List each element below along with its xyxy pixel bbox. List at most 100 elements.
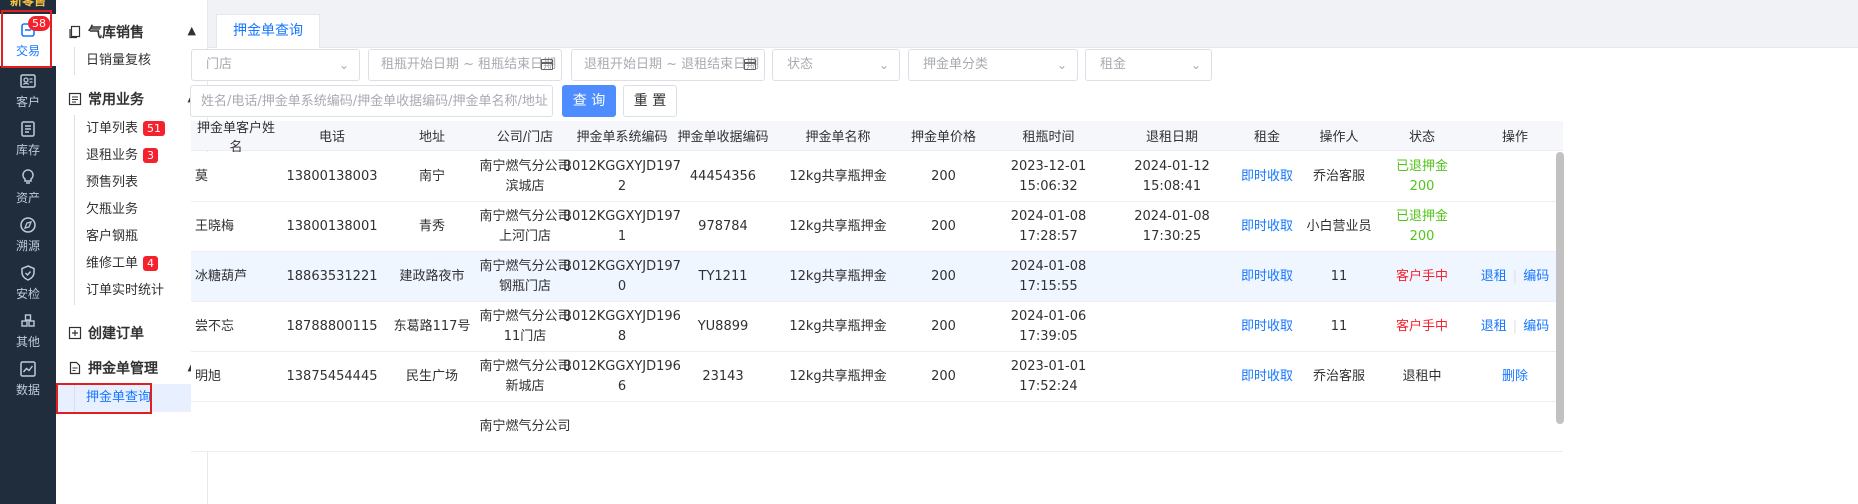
cell-title: 12kg共享瓶押金 [789,268,887,284]
menu-item-1-6[interactable]: 订单实时统计 [56,277,208,305]
rail-item-data[interactable]: 数据 [0,356,56,402]
search-input[interactable] [190,85,553,117]
menu-item-label: 维修工单 [86,256,139,271]
return-date-range[interactable]: 退租开始日期 ~ 退租结束日期 [571,49,765,81]
menu-group-label: 气库销售 [88,25,144,41]
cell-operator: 小白营业员 [1306,218,1372,234]
cell-receipt: TY1211 [698,268,748,284]
rail-item-other[interactable]: 其他 [0,308,56,354]
category-select[interactable]: 押金单分类 ⌄ [908,49,1078,81]
table-row[interactable]: 王晓梅 13800138001 青秀 南宁燃气分公司 上河门店 B012KGGXYJD19… [191,202,1563,252]
menu-group-1[interactable]: 常用业务▲ [56,87,208,111]
cell-actions [1467,152,1563,201]
cell-phone: 13800138003 [286,168,378,184]
cell-operator: 11 [1330,318,1348,334]
cell-line: B012KGGXYJD197 [563,158,681,174]
menu-item-0-0[interactable]: 日销量复核 [56,47,208,75]
rail-item-inventory[interactable]: 库存 [0,116,56,162]
table-row[interactable]: 冰糖葫芦 18863531221 建政路夜市 南宁燃气分公司 钢瓶门店 B012KGGXY… [191,252,1563,302]
rent-link[interactable]: 即时收取 [1241,317,1293,337]
menu-item-3-0[interactable]: 押金单查询 [56,384,208,412]
menu-item-1-3[interactable]: 欠瓶业务 [56,196,208,224]
cell-line: 已退押金 [1395,158,1448,174]
table-row[interactable]: 明旭 13875454445 民生广场 南宁燃气分公司 新城店 B012KGGXYJD19… [191,352,1563,402]
table-row[interactable]: 尝不忘 18788800115 东葛路117号 南宁燃气分公司 11门店 B012KGGX… [191,302,1563,352]
rent-link[interactable]: 即时收取 [1241,217,1293,237]
row-action-link[interactable]: 编码 [1523,317,1549,337]
customer-icon [19,72,37,93]
cell-receipt [671,402,775,451]
document-icon [56,361,88,375]
table-row[interactable]: 莫 13800138003 南宁 南宁燃气分公司 滨城店 B012KGGXYJD197 2 4… [191,152,1563,202]
column-header: 租瓶时间 [1022,130,1075,145]
cell-address: 青秀 [418,218,445,234]
menu-group-3[interactable]: 押金单管理▲ [56,356,208,380]
cell-line: 2 [617,178,627,194]
menu-item-1-2[interactable]: 预售列表 [56,169,208,197]
cell-name: 王晓梅 [195,218,235,234]
menu-group-label: 创建订单 [88,326,144,342]
rent-date-range[interactable]: 租瓶开始日期 ~ 租瓶结束日期 [368,49,562,81]
count-badge: 51 [143,121,166,136]
menu-item-1-0[interactable]: 订单列表 51 [56,115,208,143]
cell-operator: 乔治客服 [1312,368,1365,384]
cell-price: 200 [931,368,956,384]
cell-actions: 删除 [1467,352,1563,401]
row-action-link[interactable]: 退租 [1481,317,1507,337]
cell-title: 12kg共享瓶押金 [789,368,887,384]
cell-company: 南宁燃气分公司 上河门店 [477,202,573,251]
menu-item-1-4[interactable]: 客户钢瓶 [56,223,208,251]
table-row[interactable]: 南宁燃气分公司 [191,402,1563,452]
menu-item-1-5[interactable]: 维修工单 4 [56,250,208,278]
cell-actions: 退租 | 编码 [1467,252,1563,301]
data-icon [19,360,37,381]
cell-line: B012KGGXYJD196 [563,358,681,374]
rent-link[interactable]: 即时收取 [1241,167,1293,187]
store-select[interactable]: 门店 ⌄ [191,49,360,81]
secondary-menu: 气库销售 ▲ 日销量复核常用业务▲ 订单列表 51 退租业务 3 预售列表欠瓶业务客户钢瓶维修… [56,0,208,504]
rail-item-trade[interactable]: 交易 58 [0,14,56,66]
menu-group-2[interactable]: 创建订单 [56,321,208,345]
cell-line: 南宁燃气分公司 [479,308,571,324]
rail-item-trace[interactable]: 溯源 [0,212,56,258]
column-header: 押金单系统编码 [576,130,668,145]
cell-actions [1467,202,1563,251]
cell-title: 12kg共享瓶押金 [789,218,887,234]
row-action-link[interactable]: 删除 [1502,367,1528,387]
chevron-down-icon: ⌄ [338,58,349,72]
row-action-link[interactable]: 编码 [1523,267,1549,287]
return-date-range-placeholder: 退租开始日期 ~ 退租结束日期 [584,57,760,72]
rent-select[interactable]: 租金 ⌄ [1085,49,1212,81]
query-button[interactable]: 查 询 [562,85,616,117]
cell-company: 南宁燃气分公司 钢瓶门店 [477,252,573,301]
action-separator: | [1512,268,1518,284]
rail-item-customer[interactable]: 客户 [0,68,56,114]
rent-date-range-placeholder: 租瓶开始日期 ~ 租瓶结束日期 [381,57,557,72]
row-action-link[interactable]: 退租 [1481,267,1507,287]
rail-item-label: 库存 [15,143,40,157]
cell-receipt: 23143 [702,368,744,384]
menu-group-0[interactable]: 气库销售 ▲ [56,20,208,44]
menu-item-label: 订单实时统计 [86,283,165,298]
safety-icon [19,264,37,285]
rail-item-safety[interactable]: 安检 [0,260,56,306]
cell-line: 8 [617,328,627,344]
rent-link[interactable]: 即时收取 [1241,267,1293,287]
vertical-scrollbar[interactable] [1556,152,1564,424]
rent-link[interactable]: 即时收取 [1241,367,1293,387]
rail-item-asset[interactable]: 资产 [0,164,56,210]
cell-name: 莫 [195,168,209,184]
status-select-value: 状态 [787,57,814,72]
cell-company: 南宁燃气分公司 [477,402,573,451]
cell-name [191,402,277,451]
cell-status: 已退押金 200 [1377,202,1467,251]
reset-button[interactable]: 重 置 [623,85,677,117]
status-select[interactable]: 状态 ⌄ [772,49,900,81]
column-header: 租金 [1253,130,1280,145]
cell-operator [1301,402,1377,451]
menu-item-1-1[interactable]: 退租业务 3 [56,142,208,170]
tab-deposit-query[interactable]: 押金单查询 [216,14,320,48]
column-header: 押金单收据编码 [677,130,769,145]
list-icon [56,92,88,106]
cell-receipt: 44454356 [689,168,757,184]
